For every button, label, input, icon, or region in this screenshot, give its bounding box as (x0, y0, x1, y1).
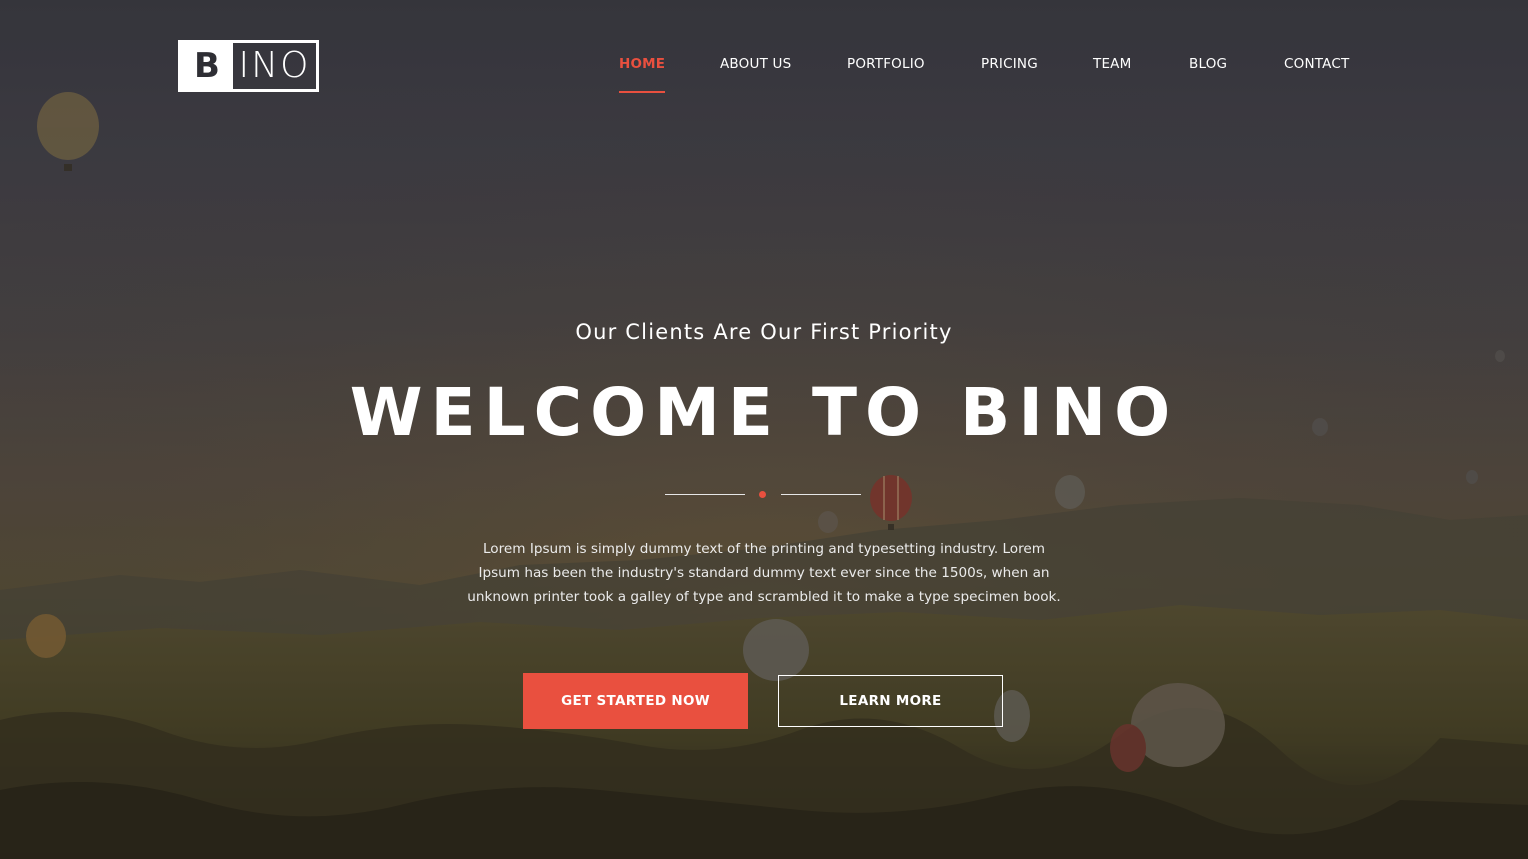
nav-item-portfolio[interactable]: PORTFOLIO (847, 56, 925, 72)
title-divider (665, 489, 861, 501)
main-navigation: HOME ABOUT US PORTFOLIO PRICING TEAM BLO… (0, 0, 1528, 100)
hero-description: Lorem Ipsum is simply dummy text of the … (467, 541, 1061, 605)
get-started-button[interactable]: GET STARTED NOW (523, 673, 748, 729)
nav-item-contact[interactable]: CONTACT (1284, 56, 1349, 72)
nav-item-home[interactable]: HOME (619, 56, 666, 93)
divider-line-left (665, 494, 745, 495)
nav-item-team[interactable]: TEAM (1093, 56, 1131, 72)
hero-section: B INO HOME ABOUT US PORTFOLIO PRICING TE… (0, 0, 1528, 859)
divider-line-right (781, 494, 861, 495)
hero-title: WELCOME TO BINO (349, 374, 1179, 451)
nav-item-about-us[interactable]: ABOUT US (720, 56, 791, 72)
divider-dot (759, 491, 766, 498)
learn-more-button[interactable]: LEARN MORE (778, 675, 1003, 727)
hero-subtitle: Our Clients Are Our First Priority (575, 320, 953, 344)
nav-item-blog[interactable]: BLOG (1189, 56, 1227, 72)
nav-item-pricing[interactable]: PRICING (981, 56, 1038, 72)
